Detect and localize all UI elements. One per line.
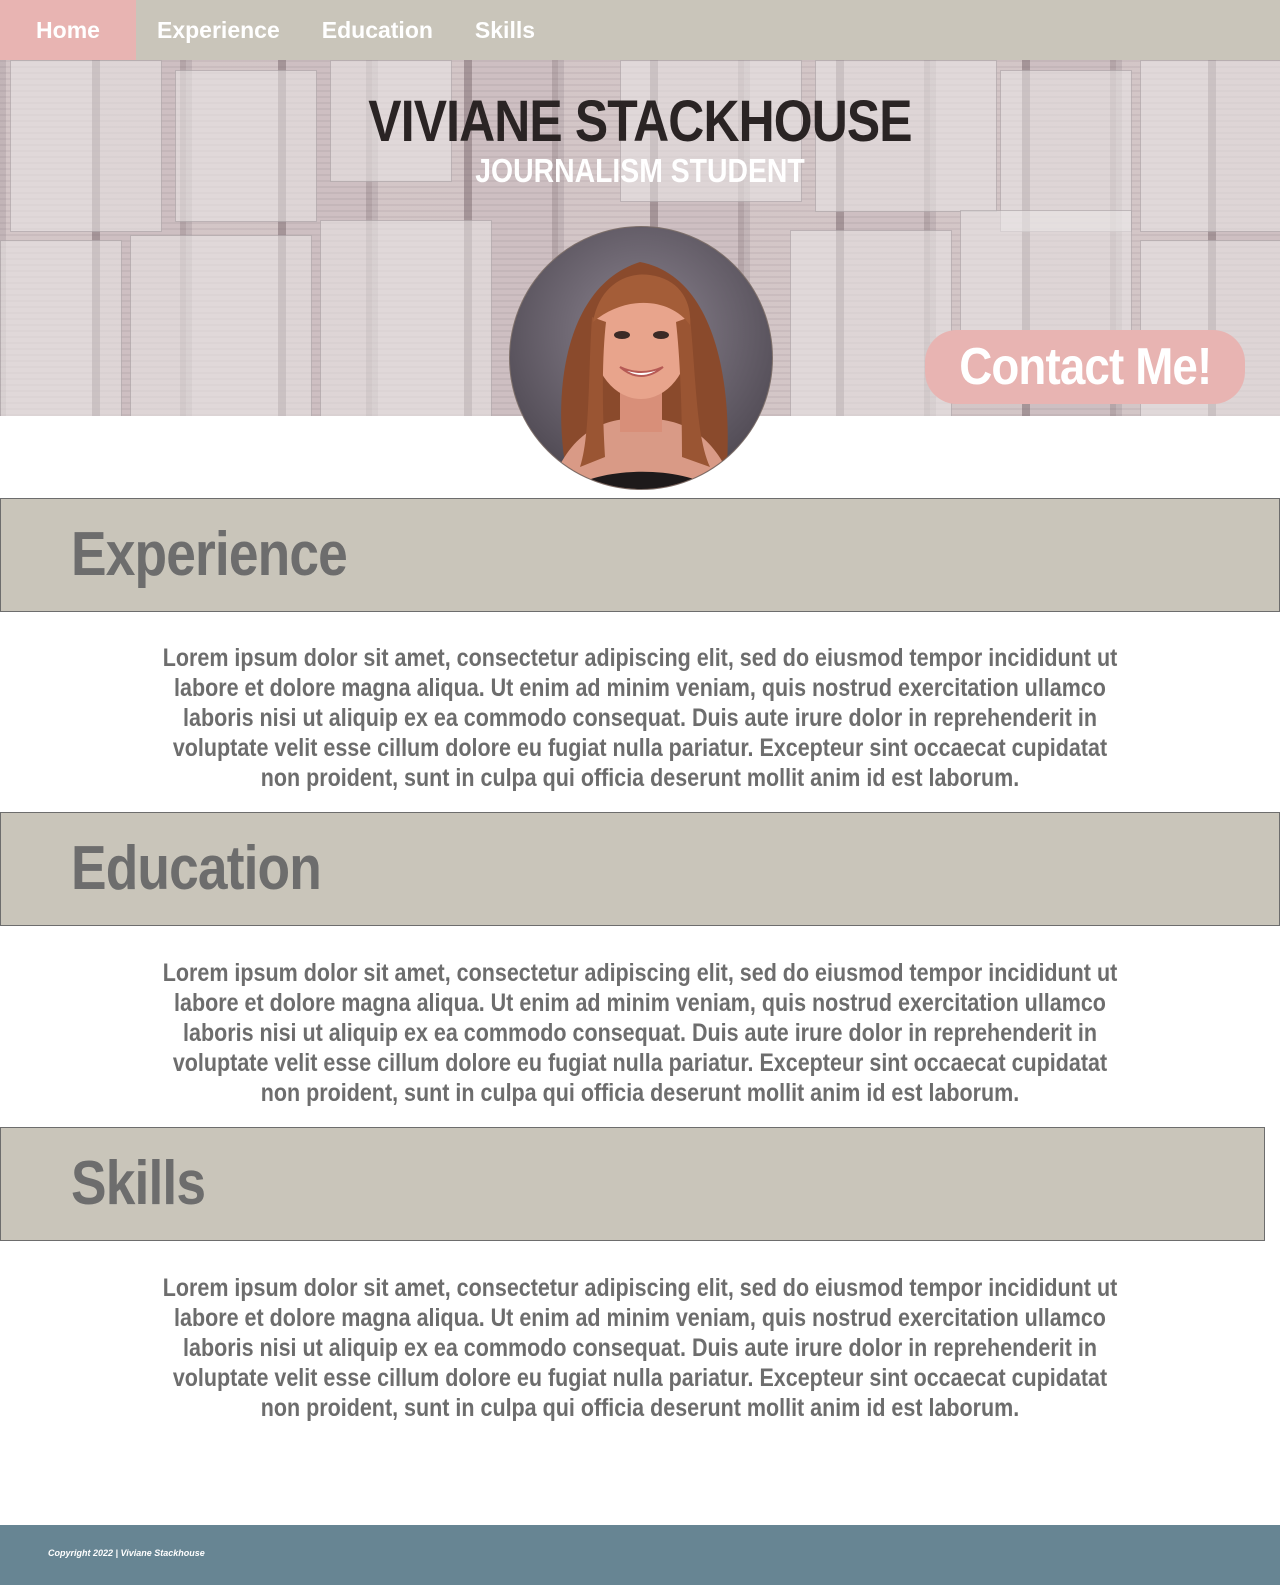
profile-photo xyxy=(509,226,773,490)
top-nav: Home Experience Education Skills xyxy=(0,0,1280,60)
skills-body: Lorem ipsum dolor sit amet, consectetur … xyxy=(162,1274,1118,1422)
nav-experience-link[interactable]: Experience xyxy=(136,0,301,60)
education-heading: Education xyxy=(71,834,322,903)
skills-heading: Skills xyxy=(71,1149,206,1218)
footer-copyright: Copyright 2022 | Viviane Stackhouse xyxy=(48,1548,205,1558)
experience-heading: Experience xyxy=(71,520,348,589)
footer: Copyright 2022 | Viviane Stackhouse xyxy=(0,1525,1280,1585)
education-section-header: Education xyxy=(0,812,1280,926)
profile-photo-illustration xyxy=(550,262,735,489)
nav-skills-link[interactable]: Skills xyxy=(454,0,556,60)
contact-me-label: Contact Me! xyxy=(958,338,1212,396)
experience-section-header: Experience xyxy=(0,498,1280,612)
hero-name: VIVIANE STACKHOUSE xyxy=(368,89,912,154)
nav-education-link[interactable]: Education xyxy=(301,0,454,60)
skills-section-header: Skills xyxy=(0,1127,1265,1241)
contact-me-button[interactable]: Contact Me! xyxy=(925,330,1245,404)
hero-subtitle: JOURNALISM STUDENT xyxy=(475,152,805,189)
experience-body: Lorem ipsum dolor sit amet, consectetur … xyxy=(162,644,1118,792)
education-body: Lorem ipsum dolor sit amet, consectetur … xyxy=(162,959,1118,1107)
nav-home-link[interactable]: Home xyxy=(0,0,136,60)
